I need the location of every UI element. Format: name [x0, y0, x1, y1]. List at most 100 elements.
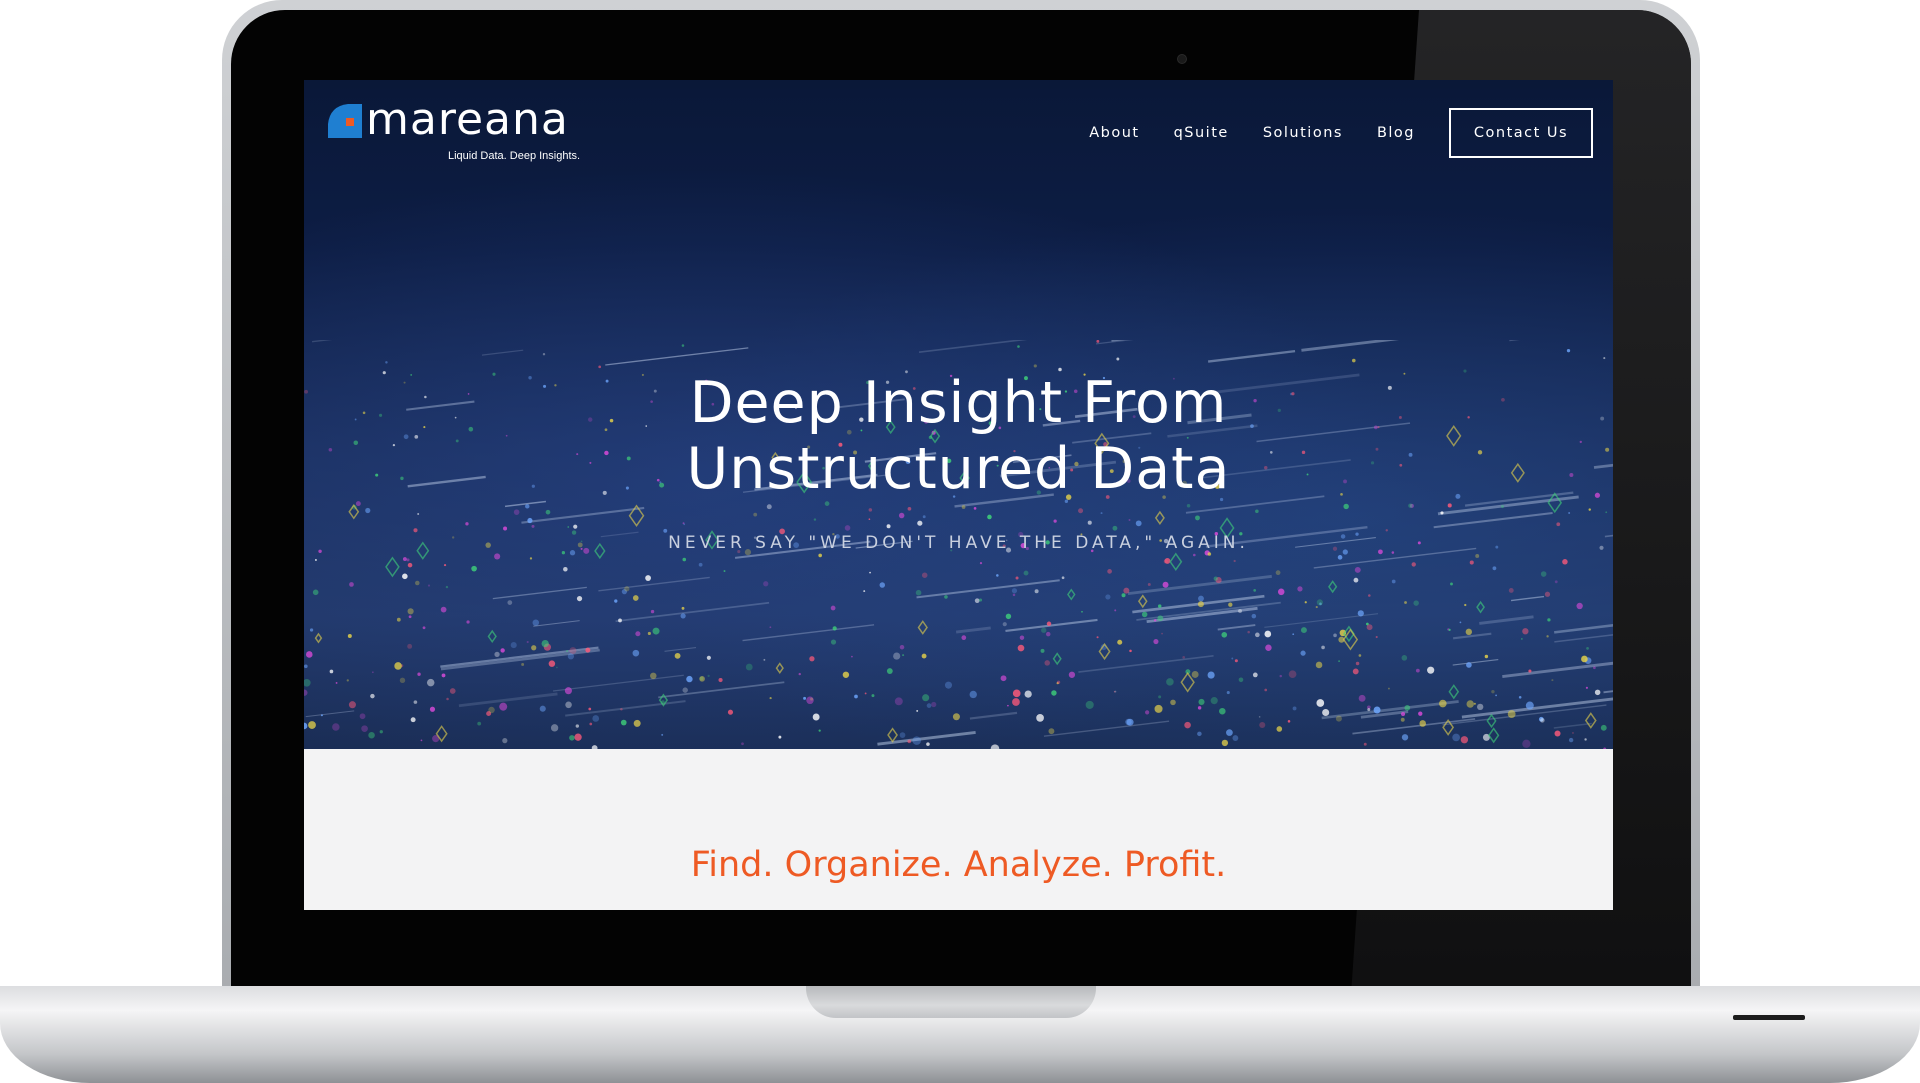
background-streak — [658, 681, 785, 699]
background-dot — [1304, 601, 1307, 604]
background-dot — [1586, 646, 1589, 650]
background-streak — [492, 586, 587, 600]
contact-us-button[interactable]: Contact Us — [1449, 108, 1593, 158]
background-dot — [394, 662, 402, 670]
background-dot — [769, 626, 772, 629]
background-dot — [1005, 613, 1012, 620]
background-dot — [1419, 720, 1427, 727]
background-diamond — [887, 727, 898, 743]
background-dot — [990, 744, 1000, 749]
background-dot — [879, 582, 886, 588]
background-dot — [1357, 610, 1364, 617]
background-dot — [812, 713, 820, 721]
background-dot — [1162, 581, 1169, 588]
nav-link-blog[interactable]: Blog — [1377, 125, 1415, 141]
background-dot — [1007, 704, 1009, 707]
background-dot — [1391, 579, 1396, 584]
background-dot — [1518, 695, 1522, 699]
background-dot — [1385, 529, 1388, 532]
background-streak — [877, 730, 976, 746]
background-dot — [1153, 619, 1157, 622]
background-dot — [1343, 503, 1349, 510]
background-dot — [1158, 604, 1162, 608]
background-dot — [1036, 714, 1044, 722]
background-diamond — [1486, 713, 1497, 729]
background-dot — [573, 524, 578, 529]
background-dot — [312, 589, 319, 596]
background-dot — [1351, 358, 1356, 363]
background-dot — [1401, 655, 1408, 661]
background-dot — [1464, 603, 1467, 607]
background-dot — [915, 589, 922, 596]
background-dot — [1275, 570, 1281, 576]
background-dot — [1404, 601, 1407, 604]
background-dot — [899, 644, 905, 650]
background-dot — [407, 608, 414, 615]
background-dot — [869, 571, 871, 574]
background-streak — [1479, 615, 1534, 625]
background-dot — [1012, 698, 1020, 706]
background-dot — [1023, 570, 1029, 576]
background-dot — [1452, 733, 1460, 742]
background-dot — [335, 682, 338, 684]
background-dot — [1373, 706, 1381, 714]
background-dot — [871, 694, 875, 698]
background-dot — [1255, 632, 1260, 638]
background-dot — [1279, 674, 1283, 678]
background-dot — [1207, 671, 1215, 679]
background-dot — [1315, 605, 1318, 609]
background-dot — [1593, 666, 1596, 670]
nav-link-about[interactable]: About — [1089, 125, 1139, 141]
background-dot — [1255, 509, 1259, 514]
background-streak — [1452, 632, 1492, 640]
main-nav: About qSuite Solutions Blog Contact Us — [1089, 108, 1593, 158]
background-dot — [1126, 718, 1134, 726]
logo[interactable]: mareana Liquid Data. Deep Insights. — [328, 94, 588, 168]
background-dot — [1264, 630, 1272, 638]
logo-tagline: Liquid Data. Deep Insights. — [448, 150, 581, 162]
background-dot — [575, 724, 580, 728]
hero-section: mareana Liquid Data. Deep Insights. Abou… — [304, 80, 1613, 749]
background-dot — [576, 595, 583, 602]
background-dot — [1411, 562, 1416, 567]
background-dot — [745, 663, 753, 671]
background-dot — [402, 573, 408, 580]
background-dot — [445, 585, 449, 589]
background-streak — [440, 648, 600, 671]
background-streak — [1510, 595, 1545, 602]
background-dot — [1184, 721, 1191, 729]
background-dot — [921, 572, 928, 578]
background-dot — [978, 598, 983, 602]
background-dot — [1438, 699, 1447, 708]
background-dot — [886, 668, 893, 674]
background-dot — [645, 575, 651, 581]
background-dot — [1186, 503, 1191, 508]
background-dot — [399, 677, 406, 684]
nav-link-qsuite[interactable]: qSuite — [1174, 125, 1229, 141]
background-dot — [1085, 700, 1094, 709]
background-dot — [529, 557, 533, 560]
background-dot — [1522, 628, 1529, 635]
nav-link-solutions[interactable]: Solutions — [1263, 125, 1343, 141]
background-dot — [499, 702, 508, 711]
background-dot — [1096, 340, 1100, 343]
background-dot — [1540, 571, 1547, 577]
background-dot — [417, 672, 421, 676]
background-dot — [632, 649, 640, 657]
background-diamond — [775, 662, 784, 675]
background-streak — [1095, 340, 1134, 345]
background-dot — [1544, 591, 1551, 597]
background-dot — [1287, 720, 1291, 723]
background-dot — [1547, 618, 1551, 622]
background-dot — [565, 701, 572, 709]
background-dot — [443, 563, 447, 567]
background-dot — [661, 733, 664, 736]
background-dot — [1040, 648, 1045, 653]
background-dot — [1233, 559, 1236, 563]
background-dot — [1238, 677, 1244, 683]
background-dot — [813, 518, 817, 521]
background-dot — [699, 675, 705, 682]
background-dot — [1198, 595, 1204, 602]
background-dot — [1297, 586, 1303, 592]
background-diamond — [917, 620, 928, 635]
